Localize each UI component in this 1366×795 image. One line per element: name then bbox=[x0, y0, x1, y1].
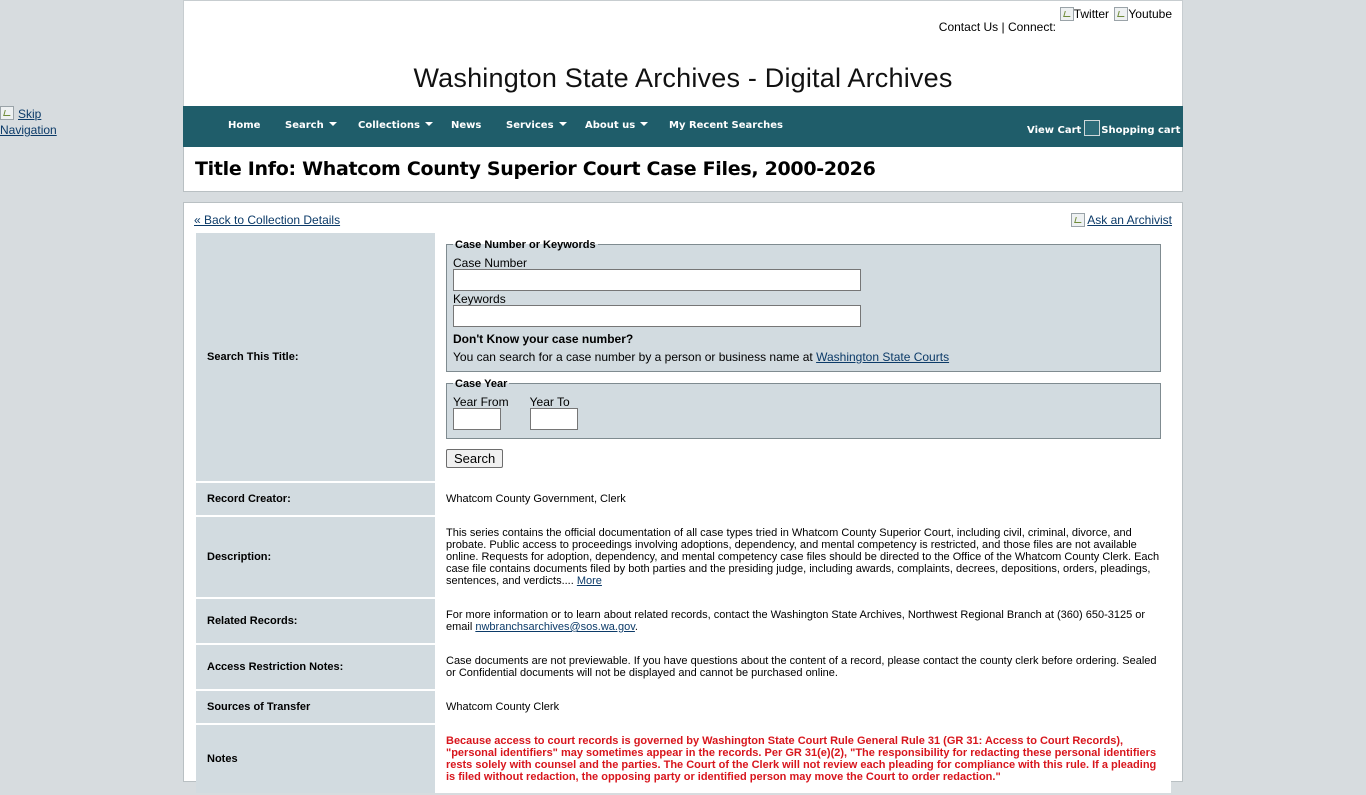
nav-news[interactable]: News bbox=[451, 120, 481, 131]
nav-search[interactable]: Search bbox=[285, 120, 337, 131]
related-records-cell: For more information or to learn about r… bbox=[435, 599, 1171, 643]
nav-home[interactable]: Home bbox=[228, 120, 260, 131]
chevron-down-icon bbox=[558, 122, 567, 126]
description-cell: This series contains the official docume… bbox=[435, 517, 1171, 597]
notes-label: Notes bbox=[196, 725, 435, 793]
search-hint: You can search for a case number by a pe… bbox=[453, 351, 1154, 363]
skip-nav-image-icon bbox=[0, 106, 14, 120]
description-more-link[interactable]: More bbox=[577, 575, 602, 587]
related-records-label: Related Records: bbox=[196, 599, 435, 643]
nav-services[interactable]: Services bbox=[506, 120, 567, 131]
nav-recent-searches[interactable]: My Recent Searches bbox=[669, 120, 783, 131]
twitter-alt-text: Twitter bbox=[1073, 7, 1110, 21]
chevron-down-icon bbox=[640, 122, 649, 126]
year-to-input[interactable] bbox=[529, 407, 578, 430]
skip-navigation[interactable]: Skip Navigation bbox=[0, 106, 62, 138]
table-row: Description: This series contains the of… bbox=[196, 517, 1171, 597]
top-links-separator: | bbox=[1001, 20, 1005, 34]
page-title: Title Info: Whatcom County Superior Cour… bbox=[195, 158, 876, 180]
nav-collections-label: Collections bbox=[358, 120, 420, 131]
nav-services-label: Services bbox=[506, 120, 554, 131]
notes-value: Because access to court records is gover… bbox=[435, 725, 1171, 793]
ask-archivist-icon bbox=[1071, 213, 1086, 227]
twitter-link[interactable]: Twitter bbox=[1059, 7, 1110, 21]
main-nav-bar: Home Search Collections News Services Ab… bbox=[183, 106, 1183, 147]
branch-email-link[interactable]: nwbranchsarchives@sos.wa.gov bbox=[475, 621, 635, 633]
description-value: This series contains the official docume… bbox=[446, 527, 1160, 587]
year-from-group: Year From bbox=[453, 396, 509, 430]
keywords-input[interactable] bbox=[453, 304, 861, 327]
dont-know-heading: Don't Know your case number? bbox=[453, 331, 634, 346]
nav-view-cart[interactable]: View Cart Shopping cart bbox=[1027, 120, 1180, 136]
connect-label: Connect: bbox=[1007, 20, 1056, 34]
search-hint-text: You can search for a case number by a pe… bbox=[453, 349, 813, 364]
case-number-legend: Case Number or Keywords bbox=[455, 238, 596, 251]
case-year-legend: Case Year bbox=[455, 377, 508, 390]
top-links: Contact Us | Connect: bbox=[939, 20, 1056, 34]
view-cart-label: View Cart bbox=[1027, 125, 1082, 136]
shopping-cart-icon bbox=[1084, 120, 1101, 136]
back-to-collection-link[interactable]: « Back to Collection Details bbox=[194, 213, 340, 227]
case-number-input[interactable] bbox=[453, 268, 861, 291]
sources-of-transfer-value: Whatcom County Clerk bbox=[435, 691, 1171, 723]
shopping-cart-alt-text: Shopping cart bbox=[1101, 125, 1181, 136]
year-to-group: Year To bbox=[529, 394, 578, 430]
table-row: Record Creator: Whatcom County Governmen… bbox=[196, 483, 1171, 515]
case-number-fieldset: Case Number or Keywords Case Number Keyw… bbox=[446, 238, 1161, 372]
year-to-label: Year To bbox=[529, 394, 570, 409]
related-records-end: . bbox=[634, 621, 638, 633]
youtube-link[interactable]: Youtube bbox=[1114, 7, 1172, 21]
year-from-label: Year From bbox=[453, 394, 509, 409]
record-creator-value: Whatcom County Government, Clerk bbox=[435, 483, 1171, 515]
nav-about-label: About us bbox=[585, 120, 636, 131]
social-links: Twitter Youtube bbox=[1058, 7, 1172, 21]
site-header: Contact Us | Connect: Twitter Youtube Wa… bbox=[183, 0, 1183, 106]
ask-archivist-label: Ask an Archivist bbox=[1087, 213, 1172, 227]
table-row: Sources of Transfer Whatcom County Clerk bbox=[196, 691, 1171, 723]
youtube-alt-text: Youtube bbox=[1128, 7, 1172, 21]
sources-of-transfer-label: Sources of Transfer bbox=[196, 691, 435, 723]
washington-state-courts-link[interactable]: Washington State Courts bbox=[816, 350, 949, 364]
nav-search-label: Search bbox=[285, 120, 324, 131]
chevron-down-icon bbox=[328, 122, 337, 126]
contact-us-link[interactable]: Contact Us bbox=[939, 20, 998, 34]
search-title-label: Search This Title: bbox=[196, 233, 435, 481]
ask-an-archivist-link[interactable]: Ask an Archivist bbox=[1071, 213, 1172, 227]
table-row: Notes Because access to court records is… bbox=[196, 725, 1171, 793]
site-title: Washington State Archives - Digital Arch… bbox=[413, 63, 953, 93]
record-creator-label: Record Creator: bbox=[196, 483, 435, 515]
case-number-label: Case Number bbox=[453, 255, 528, 270]
main-content: « Back to Collection Details Ask an Arch… bbox=[183, 202, 1183, 793]
nav-about[interactable]: About us bbox=[585, 120, 649, 131]
year-from-input[interactable] bbox=[453, 407, 501, 430]
access-restriction-label: Access Restriction Notes: bbox=[196, 645, 435, 689]
table-row: Access Restriction Notes: Case documents… bbox=[196, 645, 1171, 689]
youtube-icon bbox=[1114, 7, 1129, 21]
search-form-cell: Case Number or Keywords Case Number Keyw… bbox=[435, 233, 1171, 481]
twitter-icon bbox=[1059, 7, 1074, 21]
description-label: Description: bbox=[196, 517, 435, 597]
table-row: Related Records: For more information or… bbox=[196, 599, 1171, 643]
case-year-fieldset: Case Year Year From Year To bbox=[446, 377, 1161, 439]
search-button[interactable]: Search bbox=[446, 448, 504, 468]
title-info-table: Search This Title: Case Number or Keywor… bbox=[196, 231, 1171, 795]
keywords-label: Keywords bbox=[453, 291, 506, 306]
table-row: Search This Title: Case Number or Keywor… bbox=[196, 233, 1171, 481]
chevron-down-icon bbox=[424, 122, 433, 126]
page-title-bar: Title Info: Whatcom County Superior Cour… bbox=[183, 147, 1183, 192]
nav-collections[interactable]: Collections bbox=[358, 120, 433, 131]
access-restriction-value: Case documents are not previewable. If y… bbox=[435, 645, 1171, 689]
